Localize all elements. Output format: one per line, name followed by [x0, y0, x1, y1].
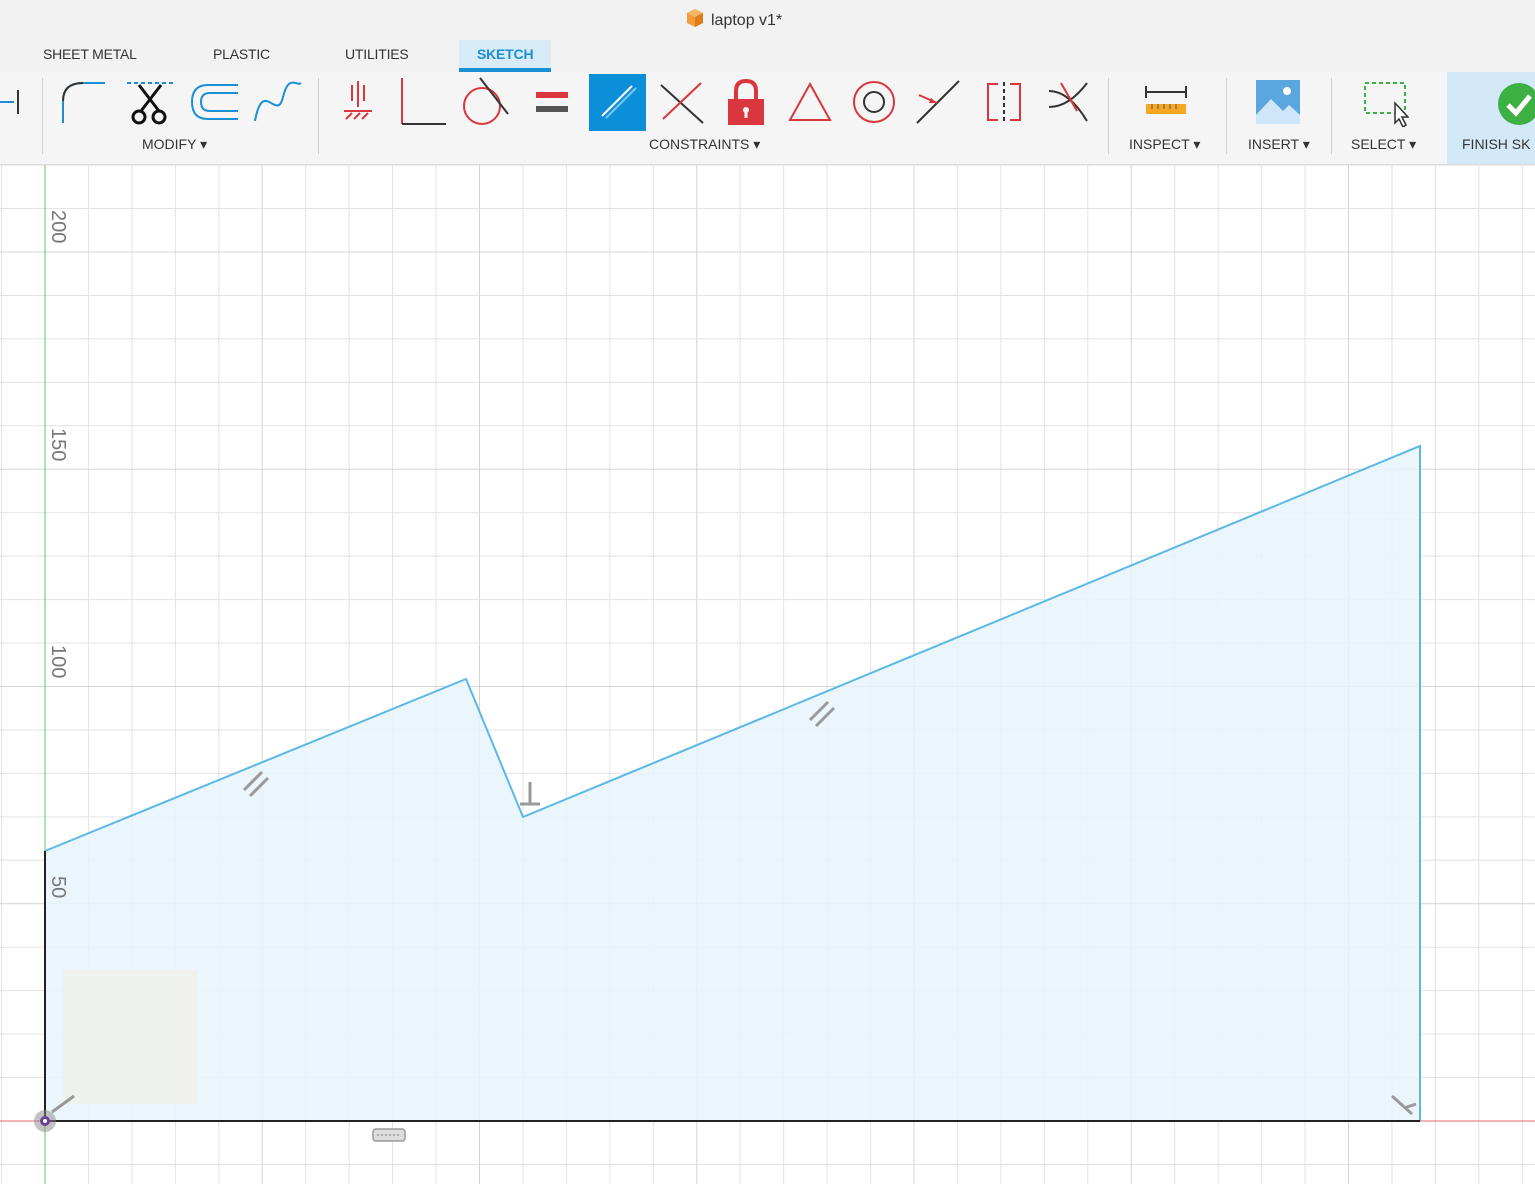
triangle-tool[interactable]	[784, 76, 836, 132]
midpoint-icon	[913, 77, 963, 132]
tab-plastic[interactable]: PLASTIC	[213, 46, 270, 62]
offset-icon	[188, 77, 240, 132]
spline-tool[interactable]	[252, 76, 304, 132]
tab-sheet-metal[interactable]: SHEET METAL	[43, 46, 137, 62]
curvature-icon	[1043, 77, 1093, 132]
origin-highlight	[63, 970, 197, 1104]
separator	[1108, 78, 1109, 154]
tangent-tool[interactable]	[460, 76, 512, 132]
fix-icon	[338, 77, 378, 132]
origin-point-icon[interactable]	[34, 1110, 56, 1132]
fix-tool[interactable]	[332, 76, 384, 132]
lock-tool[interactable]	[720, 76, 772, 132]
triangle-icon	[786, 80, 834, 129]
separator	[42, 78, 43, 154]
fillet-tool[interactable]	[56, 76, 108, 132]
document-name: laptop v1*	[711, 11, 783, 29]
trim-tool[interactable]	[124, 76, 176, 132]
box-icon	[685, 8, 705, 33]
constraints-menu[interactable]: CONSTRAINTS ▾	[649, 136, 760, 153]
equal-icon	[532, 82, 572, 127]
concentric-icon	[850, 78, 898, 131]
tab-sketch[interactable]: SKETCH	[459, 40, 552, 72]
tangent-icon	[460, 76, 512, 133]
window-title: laptop v1*	[685, 8, 782, 33]
sketch-viewport[interactable]: 200 150 100 50	[0, 164, 1535, 1184]
parallel-icon	[596, 78, 640, 127]
concentric-tool[interactable]	[848, 76, 900, 132]
modify-menu[interactable]: MODIFY ▾	[142, 136, 207, 153]
separator	[1226, 78, 1227, 154]
extend-icon	[0, 82, 30, 127]
title-bar: laptop v1*	[0, 0, 1535, 36]
extend-tool[interactable]	[0, 76, 36, 132]
offset-tool[interactable]	[188, 76, 240, 132]
ruler-label: 100	[47, 645, 69, 678]
measure-tool[interactable]	[1140, 76, 1192, 132]
horizontal-constraint-glyph[interactable]	[372, 1128, 406, 1142]
spline-icon	[253, 77, 303, 132]
ribbon-tabs: SHEET METAL PLASTIC UTILITIES SKETCH	[0, 36, 1535, 72]
symmetry-tool[interactable]	[978, 76, 1030, 132]
select-menu[interactable]: SELECT ▾	[1351, 136, 1416, 153]
select-tool[interactable]	[1358, 76, 1410, 132]
sketch-canvas[interactable]: 200 150 100 50	[0, 164, 1535, 1184]
window-select-icon	[1359, 77, 1410, 132]
finish-sketch-button[interactable]: FINISH SK	[1447, 72, 1535, 164]
perpendicular-tool[interactable]	[396, 76, 448, 132]
finish-sketch-label: FINISH SK	[1462, 136, 1531, 152]
lock-icon	[724, 77, 768, 132]
midpoint-tool[interactable]	[912, 76, 964, 132]
image-icon	[1255, 79, 1301, 130]
ruler-label: 200	[47, 210, 69, 243]
sketch-toolbar: MODIFY ▾ CONSTRAINTS ▾ INSPECT ▾ INSERT …	[0, 72, 1535, 165]
insert-menu[interactable]: INSERT ▾	[1248, 136, 1310, 153]
collinear-tool[interactable]	[656, 76, 708, 132]
separator	[1331, 78, 1332, 154]
trim-icon	[125, 77, 175, 132]
ruler-label: 150	[47, 428, 69, 461]
perpendicular-icon	[396, 76, 448, 133]
ruler-label: 50	[47, 876, 69, 898]
equal-tool[interactable]	[526, 76, 578, 132]
measure-icon	[1142, 84, 1190, 125]
tab-utilities[interactable]: UTILITIES	[345, 46, 409, 62]
collinear-icon	[657, 77, 707, 132]
symmetry-icon	[982, 80, 1026, 129]
insert-image-tool[interactable]	[1252, 76, 1304, 132]
inspect-menu[interactable]: INSPECT ▾	[1129, 136, 1200, 153]
curvature-tool[interactable]	[1042, 76, 1094, 132]
fillet-icon	[57, 77, 107, 132]
parallel-tool[interactable]	[589, 74, 646, 131]
separator	[318, 78, 319, 154]
checkmark-icon	[1497, 82, 1535, 131]
